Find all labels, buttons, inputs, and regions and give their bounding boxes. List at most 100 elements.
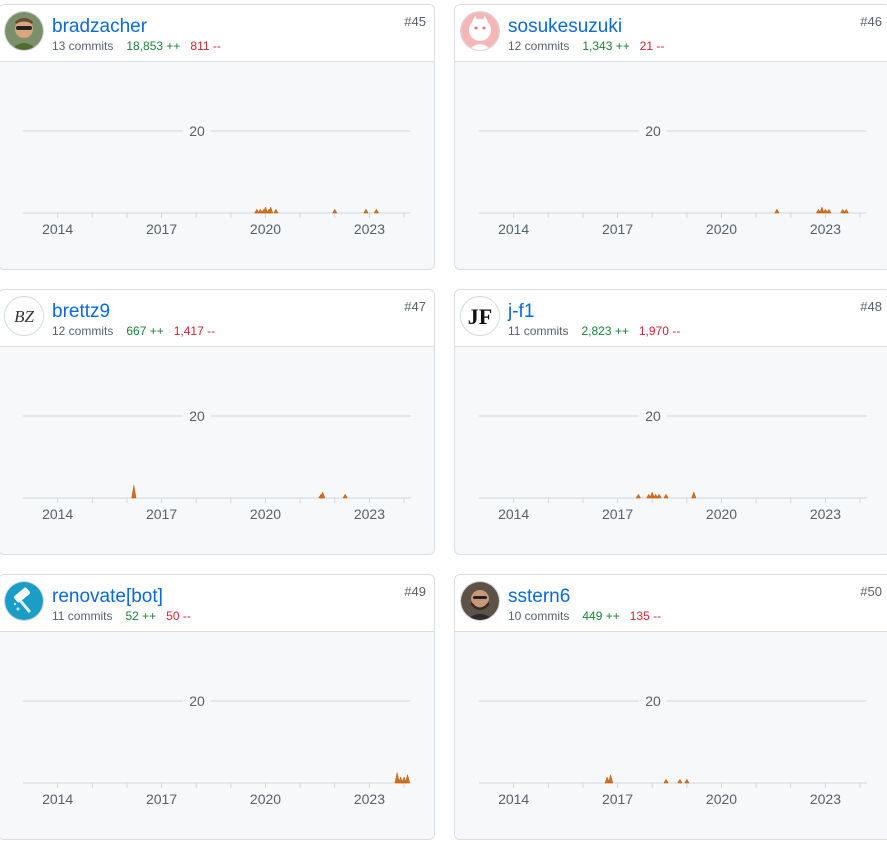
commit-activity-chart: 20 2014 2017 2020 2023 <box>0 62 434 269</box>
commit-spike <box>691 491 697 499</box>
username-link[interactable]: sstern6 <box>508 586 570 608</box>
commits-count-link[interactable]: 13 commits <box>52 39 113 53</box>
rank-label: #49 <box>404 584 426 599</box>
commits-count-link[interactable]: 11 commits <box>52 609 112 623</box>
contributor-card: bradzacher 13 commits 18,853 ++ 811 -- #45 20… <box>0 4 435 270</box>
card-header: sosukesuzuki 12 commits 1,343 ++ 21 -- #46 <box>455 5 887 62</box>
contributor-card: sosukesuzuki 12 commits 1,343 ++ 21 -- #46 20… <box>454 4 887 270</box>
commit-activity-chart: 20 2014 2017 2020 2023 <box>0 632 434 839</box>
deletions-count: 21 -- <box>639 39 665 53</box>
commits-count-link[interactable]: 12 commits <box>508 39 569 53</box>
username-link[interactable]: j-f1 <box>508 301 534 323</box>
avatar[interactable] <box>5 582 43 620</box>
contribution-stats: 13 commits 18,853 ++ 811 -- <box>52 39 231 53</box>
deletions-count: 135 -- <box>629 609 662 623</box>
commit-spike <box>332 208 338 214</box>
contributor-card: sstern6 10 commits 449 ++ 135 -- #50 20 2014 20… <box>454 574 887 840</box>
contribution-stats: 10 commits 449 ++ 135 -- <box>508 609 671 623</box>
commit-spike <box>363 208 369 214</box>
commit-spike <box>826 208 832 214</box>
x-tick-label: 2023 <box>810 506 841 522</box>
x-tick-label: 2020 <box>250 506 281 522</box>
chart-svg: 20 2014 2017 2020 2023 <box>23 407 411 522</box>
x-tick-label: 2023 <box>354 221 385 237</box>
rank-label: #46 <box>860 14 882 29</box>
commit-spike <box>663 493 669 499</box>
x-tick-label: 2014 <box>498 506 529 522</box>
avatar[interactable]: JF <box>461 297 499 335</box>
deletions-count: 811 -- <box>190 39 221 53</box>
commit-spike <box>684 778 690 784</box>
contributor-card: BZ brettz9 12 commits 667 ++ 1,417 -- #47 20 20… <box>0 289 435 555</box>
commits-count-link[interactable]: 10 commits <box>508 609 569 623</box>
commit-activity-chart: 20 2014 2017 2020 2023 <box>455 347 887 554</box>
svg-text:JF: JF <box>468 304 492 329</box>
additions-count: 667 ++ <box>126 324 164 338</box>
commit-spike <box>843 208 849 214</box>
x-tick-label: 2014 <box>42 791 73 807</box>
y-tick-label: 20 <box>189 693 205 709</box>
commit-spike <box>131 485 137 499</box>
username-link[interactable]: renovate[bot] <box>52 586 163 608</box>
card-header: JF j-f1 11 commits 2,823 ++ 1,970 -- #48 <box>455 290 887 347</box>
x-tick-label: 2020 <box>706 791 737 807</box>
commit-activity-chart: 20 2014 2017 2020 2023 <box>455 632 887 839</box>
chart-svg: 20 2014 2017 2020 2023 <box>23 692 411 807</box>
chart-svg: 20 2014 2017 2020 2023 <box>23 122 411 237</box>
rank-label: #48 <box>860 299 882 314</box>
commit-spike <box>373 208 379 214</box>
person-photo-icon <box>5 12 43 50</box>
deletions-count: 1,417 -- <box>173 324 216 338</box>
person-photo-icon <box>461 582 499 620</box>
avatar[interactable] <box>461 582 499 620</box>
username-link[interactable]: bradzacher <box>52 16 147 38</box>
commit-spike <box>273 208 279 214</box>
x-tick-label: 2014 <box>498 221 529 237</box>
y-tick-label: 20 <box>189 408 205 424</box>
commit-spike <box>635 493 641 499</box>
cat-sketch-icon <box>461 12 499 50</box>
commit-spike <box>394 772 400 784</box>
commits-count-link[interactable]: 12 commits <box>52 324 113 338</box>
deletions-count: 1,970 -- <box>638 324 681 338</box>
x-tick-label: 2017 <box>602 506 633 522</box>
commits-count-link[interactable]: 11 commits <box>508 324 568 338</box>
x-tick-label: 2020 <box>706 221 737 237</box>
commit-spike <box>774 208 780 214</box>
card-header: sstern6 10 commits 449 ++ 135 -- #50 <box>455 575 887 632</box>
additions-count: 2,823 ++ <box>581 324 629 338</box>
contribution-stats: 11 commits 52 ++ 50 -- <box>52 609 201 623</box>
rank-label: #45 <box>404 14 426 29</box>
username-link[interactable]: sosukesuzuki <box>508 16 622 38</box>
x-tick-label: 2023 <box>810 791 841 807</box>
x-tick-label: 2023 <box>810 221 841 237</box>
additions-count: 18,853 ++ <box>126 39 181 53</box>
commit-spike <box>677 778 683 784</box>
x-tick-label: 2017 <box>146 221 177 237</box>
paint-roller-icon <box>5 582 43 620</box>
avatar[interactable] <box>461 12 499 50</box>
avatar[interactable]: BZ <box>5 297 43 335</box>
contribution-stats: 12 commits 667 ++ 1,417 -- <box>52 324 225 338</box>
card-header: BZ brettz9 12 commits 667 ++ 1,417 -- #47 <box>0 290 434 347</box>
contribution-stats: 12 commits 1,343 ++ 21 -- <box>508 39 674 53</box>
chart-svg: 20 2014 2017 2020 2023 <box>479 407 867 522</box>
x-tick-label: 2017 <box>146 506 177 522</box>
jf-logo-icon: JF <box>461 297 499 335</box>
x-tick-label: 2023 <box>354 791 385 807</box>
username-link[interactable]: brettz9 <box>52 301 110 323</box>
commit-activity-chart: 20 2014 2017 2020 2023 <box>0 347 434 554</box>
avatar[interactable] <box>5 12 43 50</box>
commit-spike <box>342 493 348 499</box>
card-header: bradzacher 13 commits 18,853 ++ 811 -- #45 <box>0 5 434 62</box>
contribution-stats: 11 commits 2,823 ++ 1,970 -- <box>508 324 690 338</box>
deletions-count: 50 -- <box>166 609 191 623</box>
bz-logo-icon: BZ <box>5 297 43 335</box>
contributor-card: renovate[bot] 11 commits 52 ++ 50 -- #49 20 20… <box>0 574 435 840</box>
y-tick-label: 20 <box>645 693 661 709</box>
x-tick-label: 2014 <box>498 791 529 807</box>
x-tick-label: 2020 <box>250 221 281 237</box>
commit-activity-chart: 20 2014 2017 2020 2023 <box>455 62 887 269</box>
rank-label: #47 <box>404 299 426 314</box>
card-header: renovate[bot] 11 commits 52 ++ 50 -- #49 <box>0 575 434 632</box>
